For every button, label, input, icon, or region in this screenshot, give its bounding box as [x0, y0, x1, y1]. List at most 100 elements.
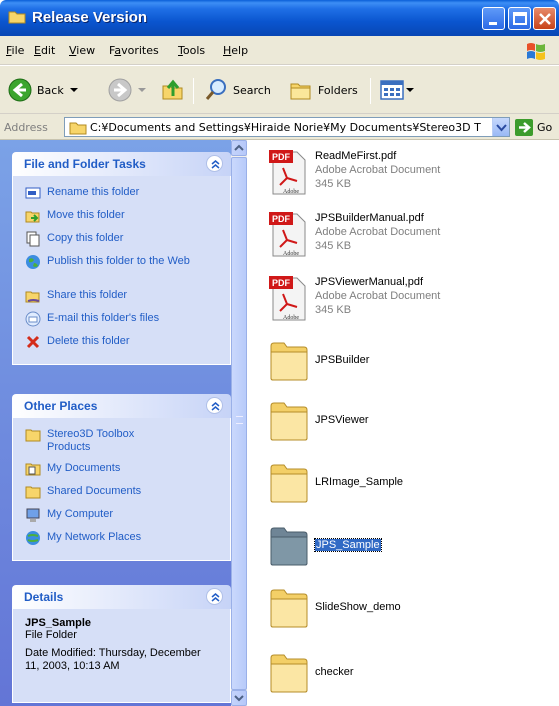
folder-item-slideshow-demo[interactable]: SlideShow_demo — [269, 587, 549, 631]
scroll-up-button[interactable] — [231, 140, 247, 156]
panel-header[interactable]: Details — [12, 585, 231, 609]
folder-icon — [25, 429, 41, 442]
back-button[interactable]: Back — [8, 78, 78, 102]
arrow-right-icon — [519, 122, 531, 133]
task-copy-folder[interactable]: Copy this folder — [25, 230, 230, 253]
go-button[interactable] — [515, 119, 533, 136]
panel-header[interactable]: Other Places — [12, 394, 231, 418]
vertical-scrollbar[interactable] — [231, 140, 247, 706]
maximize-icon — [513, 12, 527, 25]
place-my-computer[interactable]: My Computer — [25, 506, 230, 529]
folder-item-jpsbuilder[interactable]: JPSBuilder — [269, 340, 549, 384]
collapse-button[interactable] — [206, 155, 223, 172]
menu-help[interactable]: Help — [223, 44, 248, 57]
collapse-button[interactable] — [206, 397, 223, 414]
menu-edit[interactable]: Edit — [34, 44, 55, 57]
details-panel: Details JPS_Sample File Folder Date Modi… — [12, 585, 231, 703]
place-my-network[interactable]: My Network Places — [25, 529, 230, 552]
pdf-file-icon: PDF Adobe — [269, 276, 306, 321]
menu-view[interactable]: View — [69, 44, 95, 57]
maximize-button[interactable] — [508, 7, 531, 30]
search-button[interactable]: Search — [204, 78, 271, 102]
task-share-folder[interactable]: Share this folder — [25, 287, 230, 310]
search-icon — [205, 79, 226, 100]
pdf-file-icon: PDF Adobe — [269, 150, 306, 195]
folder-icon — [270, 654, 308, 693]
file-type: Adobe Acrobat Document — [315, 164, 441, 176]
folder-item-checker[interactable]: checker — [269, 652, 549, 696]
folder-icon — [8, 11, 26, 24]
folder-icon — [69, 122, 87, 135]
title-bar[interactable]: Release Version — [0, 0, 559, 36]
file-name: ReadMeFirst.pdf — [315, 150, 397, 162]
place-stereo3d-toolbox[interactable]: Stereo3D Toolbox Products — [25, 426, 230, 460]
close-button[interactable] — [533, 7, 556, 30]
folder-item-jpsviewer[interactable]: JPSViewer — [269, 400, 549, 444]
panel-title: Details — [24, 590, 64, 604]
forward-arrow-icon — [108, 78, 132, 102]
panel-title: File and Folder Tasks — [24, 157, 146, 171]
minimize-icon — [489, 22, 497, 25]
window-title: Release Version — [32, 9, 148, 26]
svg-text:Adobe: Adobe — [283, 315, 299, 321]
my-documents-icon — [25, 463, 41, 476]
menu-favorites[interactable]: Favorites — [109, 44, 159, 57]
task-email-files[interactable]: E-mail this folder's files — [25, 310, 230, 333]
menu-tools[interactable]: Tools — [178, 44, 205, 57]
scroll-thumb[interactable] — [231, 157, 247, 690]
address-dropdown-button[interactable] — [492, 118, 509, 136]
other-places-panel: Other Places Stereo3D Toolbox Products M… — [12, 394, 231, 561]
email-icon — [25, 311, 41, 327]
views-button[interactable] — [380, 78, 414, 102]
details-date: Date Modified: Thursday, December 11, 20… — [25, 647, 201, 672]
folder-icon — [270, 402, 308, 441]
forward-button[interactable] — [108, 78, 146, 102]
panel-body: Stereo3D Toolbox Products My Documents S… — [12, 418, 231, 561]
file-item-jpsbuildermanual[interactable]: PDF Adobe JPSBuilderManual.pdf Adobe Acr… — [269, 210, 549, 260]
file-name: SlideShow_demo — [315, 601, 401, 613]
file-item-jpsviewermanual[interactable]: PDF Adobe JPSViewerManual,pdf Adobe Acro… — [269, 274, 549, 324]
folder-item-lrimage-sample[interactable]: LRImage_Sample — [269, 462, 549, 506]
chevron-down-icon[interactable] — [138, 87, 146, 93]
pdf-file-icon: PDF Adobe — [269, 212, 306, 257]
share-icon — [25, 291, 40, 303]
folders-button[interactable]: Folders — [289, 78, 358, 102]
file-item-readmefirst[interactable]: PDF Adobe ReadMeFirst.pdf Adobe Acrobat … — [269, 148, 549, 198]
network-icon — [26, 531, 40, 545]
address-input[interactable]: C:¥Documents and Settings¥Hiraide Norie¥… — [64, 117, 510, 137]
up-folder-button[interactable] — [161, 78, 185, 102]
file-name: checker — [315, 666, 354, 678]
address-label: Address — [4, 121, 48, 134]
file-type: Adobe Acrobat Document — [315, 226, 441, 238]
views-icon — [380, 80, 404, 100]
svg-text:PDF: PDF — [272, 152, 291, 162]
toolbar-separator — [193, 78, 194, 104]
details-body: JPS_Sample File Folder Date Modified: Th… — [12, 609, 231, 703]
address-bar: Address C:¥Documents and Settings¥Hiraid… — [0, 114, 559, 140]
file-type: Adobe Acrobat Document — [315, 290, 441, 302]
chevron-down-icon[interactable] — [406, 87, 414, 93]
svg-text:Adobe: Adobe — [283, 251, 299, 257]
place-my-documents[interactable]: My Documents — [25, 460, 230, 483]
folder-item-jps-sample[interactable]: JPS_Sample — [269, 525, 549, 569]
chevron-down-icon — [496, 124, 507, 132]
task-delete-folder[interactable]: Delete this folder — [25, 333, 230, 356]
task-move-folder[interactable]: Move this folder — [25, 207, 230, 230]
task-rename-folder[interactable]: Rename this folder — [25, 184, 230, 207]
place-shared-documents[interactable]: Shared Documents — [25, 483, 230, 506]
collapse-button[interactable] — [206, 588, 223, 605]
file-name: JPS_Sample — [314, 538, 382, 552]
computer-icon — [26, 508, 40, 522]
chevron-up-icon — [234, 144, 244, 151]
file-name: JPSBuilder — [315, 354, 370, 366]
task-publish-folder[interactable]: Publish this folder to the Web — [25, 253, 230, 287]
go-label[interactable]: Go — [537, 121, 552, 134]
chevron-down-icon[interactable] — [69, 87, 78, 93]
panel-header[interactable]: File and Folder Tasks — [12, 152, 231, 176]
globe-icon — [26, 255, 40, 269]
menu-file[interactable]: File — [6, 44, 24, 57]
scroll-down-button[interactable] — [231, 690, 247, 706]
minimize-button[interactable] — [482, 7, 505, 30]
folder-icon — [25, 486, 41, 499]
rename-icon — [25, 187, 41, 199]
